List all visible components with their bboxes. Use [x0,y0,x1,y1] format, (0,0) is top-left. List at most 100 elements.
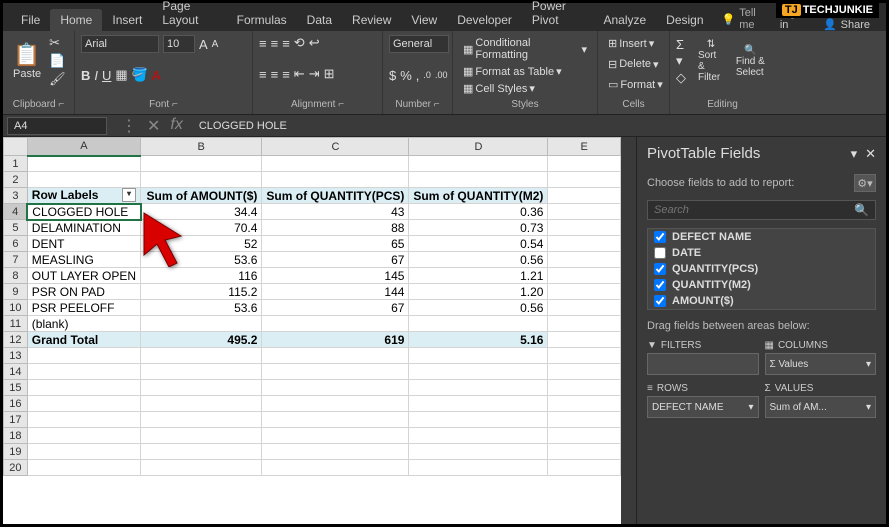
format-as-table-button[interactable]: ▦Format as Table ▾ [459,63,591,80]
field-search[interactable]: 🔍 [647,200,876,220]
field-checkbox[interactable] [654,279,666,291]
columns-area[interactable]: Σ Values▾ [765,353,877,375]
filters-area[interactable] [647,353,759,375]
tab-home[interactable]: Home [50,9,102,31]
table-row-label[interactable]: MEASLING [27,252,140,268]
align-middle-icon[interactable]: ≡ [271,36,279,51]
field-item[interactable]: AMOUNT($) [648,293,875,309]
fill-icon[interactable]: ▾ [676,53,686,69]
comma-icon[interactable]: , [416,68,420,83]
conditional-formatting-button[interactable]: ▦Conditional Formatting ▾ [459,35,591,63]
decrease-decimal-icon[interactable]: .00 [435,70,448,80]
copy-icon[interactable]: 📄 [49,53,66,69]
worksheet-grid[interactable]: ABCDE123Row Labels▾Sum of AMOUNT($)Sum o… [3,137,621,524]
currency-icon[interactable]: $ [389,68,396,83]
pivot-header-amount[interactable]: Sum of AMOUNT($) [141,188,262,204]
decrease-font-icon[interactable]: A [212,39,219,50]
font-color-icon[interactable]: A [152,68,161,83]
field-checkbox[interactable] [654,247,666,259]
tab-analyze[interactable]: Analyze [593,9,656,31]
row-header-1[interactable]: 1 [4,156,28,172]
field-item[interactable]: QUANTITY(PCS) [648,261,875,277]
number-format-select[interactable] [389,35,449,53]
table-row-label[interactable]: DENT [27,236,140,252]
increase-font-icon[interactable]: A [199,37,208,52]
autosum-icon[interactable]: Σ [676,37,686,52]
cut-icon[interactable]: ✂ [49,35,66,51]
format-painter-icon[interactable]: 🖌 [49,71,66,87]
grand-total-label[interactable]: Grand Total [27,332,140,348]
tab-file[interactable]: File [11,9,50,31]
col-header-B[interactable]: B [141,138,262,156]
field-list[interactable]: DEFECT NAMEDATEQUANTITY(PCS)QUANTITY(M2)… [647,228,876,310]
enter-icon[interactable]: ✕ [147,116,160,136]
share-button[interactable]: 👤Share [815,18,878,31]
field-checkbox[interactable] [654,295,666,307]
table-row-label[interactable]: PSR PEELOFF [27,300,140,316]
table-row-label[interactable]: OUT LAYER OPEN [27,268,140,284]
font-size-select[interactable] [163,35,195,53]
delete-button[interactable]: ⊟Delete ▾ [604,56,663,73]
tab-formulas[interactable]: Formulas [227,9,297,31]
fx-icon[interactable]: fx [170,116,182,136]
align-top-icon[interactable]: ≡ [259,36,267,51]
filter-dropdown-icon[interactable]: ▾ [122,188,136,202]
bold-icon[interactable]: B [81,68,90,83]
table-row-label[interactable]: (blank) [27,316,140,332]
field-item[interactable]: DATE [648,245,875,261]
field-checkbox[interactable] [654,231,666,243]
col-header-D[interactable]: D [409,138,548,156]
pane-close-icon[interactable]: ✕ [865,146,876,162]
pane-dropdown-icon[interactable]: ▾ [851,146,858,162]
rows-area[interactable]: DEFECT NAME▾ [647,396,759,418]
field-item[interactable]: QUANTITY(M2) [648,277,875,293]
pane-settings-button[interactable]: ⚙▾ [854,174,876,192]
vertical-scrollbar[interactable] [621,137,636,524]
col-header-A[interactable]: A [27,138,140,156]
merge-icon[interactable]: ⊞ [324,66,335,82]
align-bottom-icon[interactable]: ≡ [282,36,290,51]
clear-icon[interactable]: ◇ [676,70,686,86]
tab-review[interactable]: Review [342,9,401,31]
orientation-icon[interactable]: ⟲ [294,35,305,51]
search-input[interactable] [654,203,854,217]
field-item[interactable]: DEFECT NAME [648,229,875,245]
find-select-button[interactable]: 🔍Find & Select [732,41,769,82]
tab-insert[interactable]: Insert [102,9,152,31]
pivot-header-m2[interactable]: Sum of QUANTITY(M2) [409,188,548,204]
table-row-label[interactable]: DELAMINATION [27,220,140,236]
paste-button[interactable]: 📋Paste [9,38,45,84]
col-header-C[interactable]: C [262,138,409,156]
format-button[interactable]: ▭Format ▾ [604,76,663,93]
tab-developer[interactable]: Developer [447,9,522,31]
insert-button[interactable]: ⊞Insert ▾ [604,35,663,52]
fill-color-icon[interactable]: 🪣 [132,67,148,83]
decrease-indent-icon[interactable]: ⇤ [294,66,305,82]
tab-data[interactable]: Data [297,9,342,31]
cell-styles-button[interactable]: ▦Cell Styles ▾ [459,80,591,97]
formula-input[interactable] [193,118,886,134]
percent-icon[interactable]: % [400,68,412,83]
cancel-icon[interactable]: ⋮ [121,116,137,136]
border-icon[interactable]: ▦ [115,67,127,83]
tab-view[interactable]: View [401,9,447,31]
tab-design[interactable]: Design [656,9,713,31]
align-right-icon[interactable]: ≡ [282,67,290,82]
align-left-icon[interactable]: ≡ [259,67,267,82]
name-box[interactable] [7,117,107,135]
align-center-icon[interactable]: ≡ [271,67,279,82]
table-row-label[interactable]: PSR ON PAD [27,284,140,300]
tab-power-pivot[interactable]: Power Pivot [522,0,594,31]
increase-indent-icon[interactable]: ⇥ [309,66,320,82]
col-header-E[interactable]: E [548,138,621,156]
tab-page-layout[interactable]: Page Layout [152,0,226,31]
increase-decimal-icon[interactable]: .0 [423,70,431,80]
font-name-select[interactable] [81,35,159,53]
pivot-header-pcs[interactable]: Sum of QUANTITY(PCS) [262,188,409,204]
row-header-2[interactable]: 2 [4,172,28,188]
field-checkbox[interactable] [654,263,666,275]
wrap-text-icon[interactable]: ↩ [309,35,320,51]
pivot-header-row-labels[interactable]: Row Labels▾ [27,188,140,204]
sort-filter-button[interactable]: ⇅Sort & Filter [694,35,728,87]
italic-icon[interactable]: I [94,68,98,83]
